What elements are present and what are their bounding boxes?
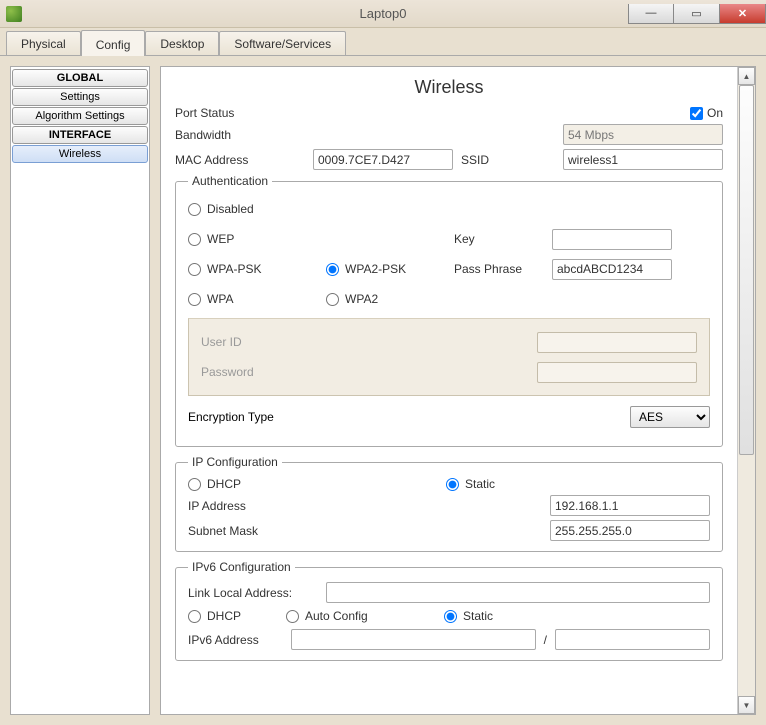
- scroll-up-icon[interactable]: ▲: [738, 67, 755, 85]
- main-panel: Wireless Port Status On Bandwidth MAC Ad…: [160, 66, 756, 715]
- port-status-checkbox[interactable]: [690, 107, 703, 120]
- label-wpa2-psk: WPA2-PSK: [345, 262, 406, 276]
- label-disabled: Disabled: [207, 202, 254, 216]
- label-wpa: WPA: [207, 292, 233, 306]
- mac-label: MAC Address: [175, 153, 305, 167]
- label-wpa2: WPA2: [345, 292, 378, 306]
- ipv6-config-fieldset: IPv6 Configuration Link Local Address: D…: [175, 560, 723, 661]
- userid-label: User ID: [201, 335, 281, 349]
- password-label: Password: [201, 365, 281, 379]
- sidebar-item-algorithm-settings[interactable]: Algorithm Settings: [12, 107, 148, 125]
- subnet-mask-label: Subnet Mask: [188, 524, 318, 538]
- config-sidebar: GLOBAL Settings Algorithm Settings INTER…: [10, 66, 150, 715]
- sidebar-header-interface[interactable]: INTERFACE: [12, 126, 148, 144]
- ipv6-prefix-field[interactable]: [555, 629, 710, 650]
- label-ipv6-autoconfig: Auto Config: [305, 609, 368, 623]
- row-bandwidth: Bandwidth: [175, 124, 723, 145]
- radio-ipv6-dhcp[interactable]: [188, 610, 201, 623]
- prefix-separator: /: [544, 633, 547, 647]
- ip-address-field[interactable]: [550, 495, 710, 516]
- key-label: Key: [454, 232, 544, 246]
- subnet-mask-field[interactable]: [550, 520, 710, 541]
- tab-desktop[interactable]: Desktop: [145, 31, 219, 55]
- ipv6-address-label: IPv6 Address: [188, 633, 283, 647]
- radio-wpa-psk[interactable]: [188, 263, 201, 276]
- on-label: On: [707, 106, 723, 120]
- workspace: GLOBAL Settings Algorithm Settings INTER…: [0, 56, 766, 725]
- authentication-legend: Authentication: [188, 174, 272, 188]
- radio-dhcp[interactable]: [188, 478, 201, 491]
- link-local-field[interactable]: [326, 582, 710, 603]
- scroll-thumb[interactable]: [739, 85, 754, 455]
- sidebar-item-settings[interactable]: Settings: [12, 88, 148, 106]
- panel-title: Wireless: [175, 77, 723, 98]
- passphrase-label: Pass Phrase: [454, 262, 544, 276]
- radio-disabled[interactable]: [188, 203, 201, 216]
- mac-address-field[interactable]: [313, 149, 453, 170]
- panel-content: Wireless Port Status On Bandwidth MAC Ad…: [161, 67, 737, 714]
- label-wpa-psk: WPA-PSK: [207, 262, 261, 276]
- enterprise-credentials-box: User ID Password: [188, 318, 710, 396]
- encryption-type-select[interactable]: AES: [630, 406, 710, 428]
- bandwidth-label: Bandwidth: [175, 128, 305, 142]
- userid-field: [537, 332, 697, 353]
- radio-wpa2[interactable]: [326, 293, 339, 306]
- main-tabs: Physical Config Desktop Software/Service…: [0, 28, 766, 56]
- label-ipv6-dhcp: DHCP: [207, 609, 241, 623]
- titlebar: Laptop0 — ▭ ✕: [0, 0, 766, 28]
- radio-wep[interactable]: [188, 233, 201, 246]
- tab-software[interactable]: Software/Services: [219, 31, 346, 55]
- window-title: Laptop0: [0, 6, 766, 21]
- ipv6-address-field[interactable]: [291, 629, 536, 650]
- row-port-status: Port Status On: [175, 106, 723, 120]
- link-local-label: Link Local Address:: [188, 586, 318, 600]
- radio-wpa[interactable]: [188, 293, 201, 306]
- encryption-type-label: Encryption Type: [188, 410, 274, 424]
- scroll-track[interactable]: [738, 85, 755, 696]
- label-dhcp: DHCP: [207, 477, 241, 491]
- password-field: [537, 362, 697, 383]
- ip-config-legend: IP Configuration: [188, 455, 282, 469]
- ipv6-config-legend: IPv6 Configuration: [188, 560, 295, 574]
- radio-ipv6-static[interactable]: [444, 610, 457, 623]
- scroll-down-icon[interactable]: ▼: [738, 696, 755, 714]
- ssid-field[interactable]: [563, 149, 723, 170]
- tab-physical[interactable]: Physical: [6, 31, 81, 55]
- wep-key-field[interactable]: [552, 229, 672, 250]
- authentication-fieldset: Authentication Disabled WEP Key: [175, 174, 723, 447]
- vertical-scrollbar[interactable]: ▲ ▼: [737, 67, 755, 714]
- radio-static[interactable]: [446, 478, 459, 491]
- tab-config[interactable]: Config: [81, 30, 146, 56]
- ssid-label: SSID: [461, 153, 501, 167]
- radio-ipv6-autoconfig[interactable]: [286, 610, 299, 623]
- ip-config-fieldset: IP Configuration DHCP Static IP Address: [175, 455, 723, 552]
- passphrase-field[interactable]: [552, 259, 672, 280]
- label-ipv6-static: Static: [463, 609, 493, 623]
- label-wep: WEP: [207, 232, 234, 246]
- radio-wpa2-psk[interactable]: [326, 263, 339, 276]
- row-mac-ssid: MAC Address SSID: [175, 149, 723, 170]
- sidebar-item-wireless[interactable]: Wireless: [12, 145, 148, 163]
- label-static: Static: [465, 477, 495, 491]
- ip-address-label: IP Address: [188, 499, 318, 513]
- port-status-label: Port Status: [175, 106, 305, 120]
- bandwidth-field: [563, 124, 723, 145]
- sidebar-header-global[interactable]: GLOBAL: [12, 69, 148, 87]
